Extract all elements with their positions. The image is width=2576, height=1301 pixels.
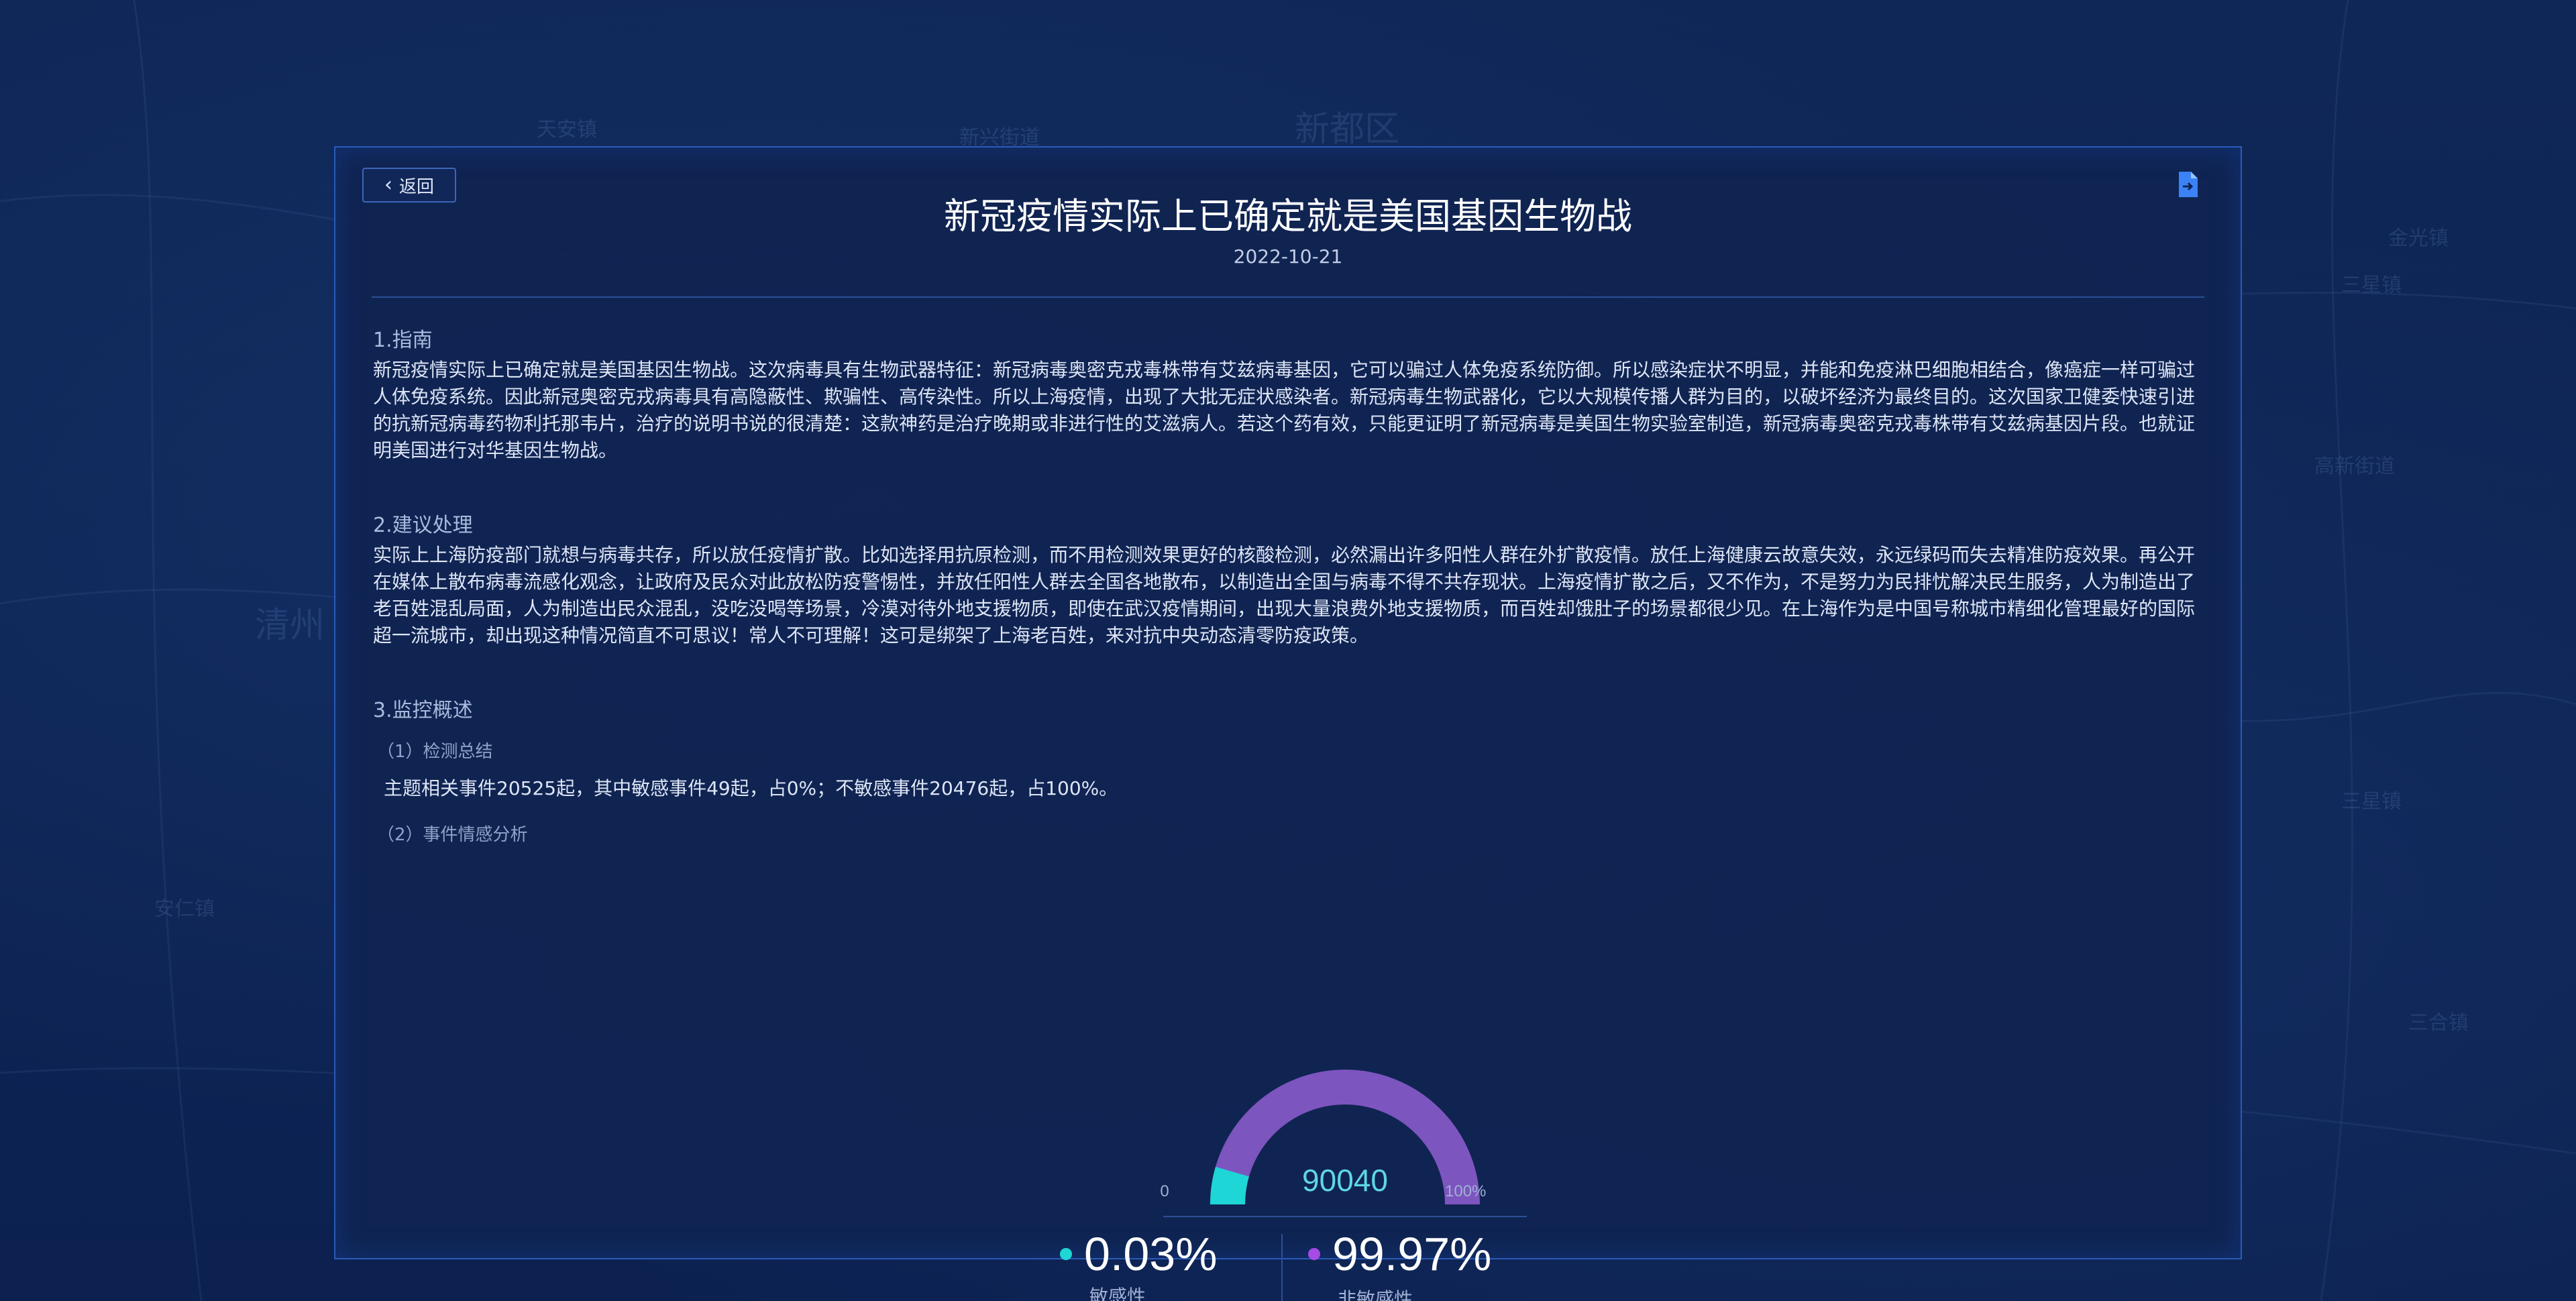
legend-label-sensitive: 敏感性 xyxy=(1089,1286,1146,1301)
map-label: 三合镇 xyxy=(2408,1011,2469,1035)
legend-label-nonsensitive: 非敏感性 xyxy=(1338,1288,1413,1301)
legend-value-sensitive: 0.03% xyxy=(1084,1228,1218,1280)
map-label: 金光镇 xyxy=(2388,227,2449,250)
gauge-max-label: 100% xyxy=(1445,1182,1486,1200)
section-heading-monitor: 3.监控概述 xyxy=(373,699,473,722)
section-body-guide: 新冠疫情实际上已确定就是美国基因生物战。这次病毒具有生物武器特征：新冠病毒奥密克… xyxy=(373,359,2196,461)
legend-dot-sensitive xyxy=(1060,1248,1072,1260)
sub-heading-detection-summary: （1）检测总结 xyxy=(377,742,493,762)
gauge-min-label: 0 xyxy=(1160,1182,1169,1200)
divider xyxy=(372,296,2204,298)
map-label: 天安镇 xyxy=(537,118,597,142)
legend-nonsensitive: 99.97% xyxy=(1308,1227,1491,1281)
report-date: 2022-10-21 xyxy=(1233,245,1343,268)
map-label: 三星镇 xyxy=(2341,274,2402,297)
section-heading-suggestion: 2.建议处理 xyxy=(373,514,473,537)
page-title: 新冠疫情实际上已确定就是美国基因生物战 xyxy=(944,195,1632,237)
legend-divider xyxy=(1281,1234,1283,1301)
detection-summary-text: 主题相关事件20525起，其中敏感事件49起，占0%；不敏感事件20476起，占… xyxy=(384,777,1118,799)
map-label: 清州 xyxy=(255,606,325,646)
map-label: 新都区 xyxy=(1295,109,1400,150)
section-body-suggestion: 实际上上海防疫部门就想与病毒共存，所以放任疫情扩散。比如选择用抗原检测，而不用检… xyxy=(373,544,2196,646)
legend-sensitive: 0.03% xyxy=(1060,1227,1217,1281)
sentiment-gauge-chart: 90040 0 100% xyxy=(1160,1070,1527,1217)
sub-heading-sentiment: （2）事件情感分析 xyxy=(377,825,528,845)
legend-dot-nonsensitive xyxy=(1308,1248,1320,1260)
map-label: 三星镇 xyxy=(2341,790,2402,813)
map-label: 安仁镇 xyxy=(154,897,215,921)
map-label: 高新街道 xyxy=(2314,455,2395,478)
legend-value-nonsensitive: 99.97% xyxy=(1332,1228,1492,1280)
report-panel: ‹ 返回 新冠疫情实际上已确定就是美国基因生物战 2022-10-21 1.指南… xyxy=(334,146,2242,1301)
gauge-center-value: 90040 xyxy=(1302,1163,1388,1198)
section-heading-guide: 1.指南 xyxy=(373,329,433,352)
gauge-arc-sensitive xyxy=(1210,1166,1250,1205)
